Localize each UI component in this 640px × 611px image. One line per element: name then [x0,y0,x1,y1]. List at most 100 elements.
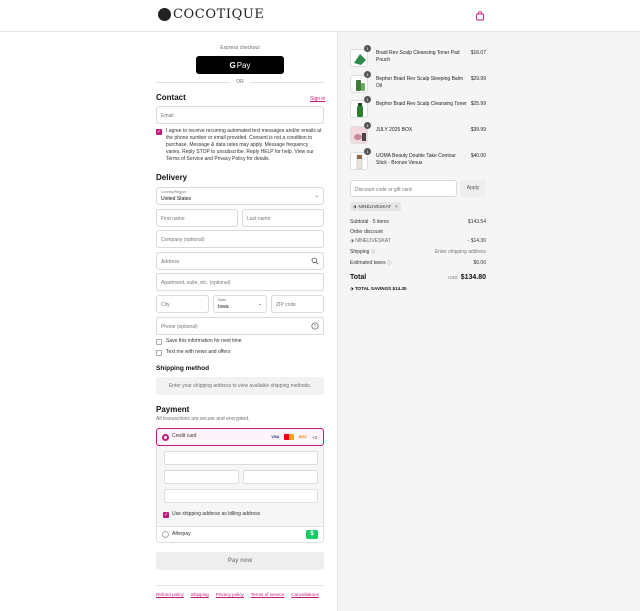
sms-consent-checkbox[interactable]: ✓ [156,129,162,135]
cart-item: 1 Bephor Braid Rev Scalp Cleansing Toner… [350,96,486,122]
order-summary: 1 Braid Rev Scalp Cleansing Toner Pad Po… [337,32,640,611]
afterpay-option[interactable]: Afterpay $ [156,526,324,543]
card-number-field[interactable] [164,451,318,465]
card-brands: VISA MC DISC +3 [270,434,317,440]
footer-divider [156,585,324,586]
taxes-value: $6.06 [473,260,486,266]
item-quantity-badge: 1 [364,71,371,78]
text-offers-checkbox[interactable] [156,350,162,356]
contact-heading: Contact [156,93,186,102]
refund-policy-link[interactable]: Refund policy [156,592,184,597]
help-circle-icon[interactable]: ⓘ [371,249,376,254]
cart-item: 1 Bephor Braid Rev Scalp Sleeping Balm O… [350,71,486,97]
country-select[interactable]: Country/Region United States ⌄ [156,187,324,205]
discover-icon: DISC [298,435,307,439]
city-field[interactable]: City [156,295,209,313]
phone-field[interactable]: Phone (optional) ? [156,317,324,335]
help-circle-icon[interactable]: ? [311,322,319,330]
or-label: OR [236,79,244,85]
payment-subtitle: All transactions are secure and encrypte… [156,416,250,422]
shopping-bag-icon[interactable] [475,11,485,21]
sign-in-link[interactable]: Sign in [310,96,325,102]
checkout-form: Express checkout G Pay OR Contact Sign i… [0,32,337,611]
cancellations-link[interactable]: Cancellations [291,592,319,597]
cart-item: 1 JULY 2025 BOX $39.99 [350,122,486,148]
address-field[interactable]: Address [156,252,324,270]
mastercard-icon: MC [283,434,294,440]
shipping-method-heading: Shipping method [156,365,210,372]
or-divider: OR [156,78,324,86]
gpay-label: Pay [236,60,251,70]
shipping-row: Shipping ⓘ Enter shipping address [350,249,486,256]
pay-now-button[interactable]: Pay now [156,552,324,570]
last-name-field[interactable]: Last name [242,209,324,227]
afterpay-label: Afterpay [172,531,191,537]
item-name: Bephor Braid Rev Scalp Sleeping Balm Oil [376,76,463,89]
save-info-label: Save this information for next time [166,338,242,344]
more-brands-count: +3 [311,434,317,440]
item-price: $29.99 [470,76,486,82]
text-offers-label: Text me with news and offers [166,349,231,355]
card-name-field[interactable] [164,489,318,503]
state-select[interactable]: State Iowa ⌄ [213,295,267,313]
apply-discount-button[interactable]: Apply [460,180,486,197]
express-checkout-label: Express checkout [220,45,260,51]
billing-same-checkbox[interactable]: ✓ [163,512,169,518]
credit-card-option[interactable]: Credit card VISA MC DISC +3 [156,428,324,446]
item-name: JULY 2025 BOX [376,127,413,133]
subtotal-row: Subtotal · 5 items $143.54 [350,219,486,226]
visa-icon: VISA [271,435,280,439]
brand-name: COCOTIQUE [173,7,265,22]
discount-value: - $14.30 [467,238,486,244]
country-value: United States [161,196,192,202]
total-row: Total USD $134.80 [350,274,486,284]
afterpay-radio[interactable] [162,531,169,538]
terms-of-service-link[interactable]: Terms of service [251,592,284,597]
city-placeholder: City [161,302,170,308]
save-info-checkbox[interactable] [156,339,162,345]
total-savings-row: ⬗ TOTAL SAVINGS $14.30 [350,286,486,293]
email-field[interactable]: Email [156,106,324,124]
footer-links: Refund policy Shipping Privacy policy Te… [156,592,319,597]
discount-code-label: NINELIVESKAT [355,238,391,244]
brand-logo[interactable]: COCOTIQUE [158,7,265,22]
top-bar: COCOTIQUE [0,0,640,32]
apartment-field[interactable]: Apartment, suite, etc. (optional) [156,273,324,291]
google-pay-button[interactable]: G Pay [196,56,284,74]
item-quantity-badge: 1 [364,122,371,129]
item-price: $16.07 [470,50,486,56]
zip-field[interactable]: ZIP code [271,295,324,313]
subtotal-value: $143.54 [467,219,486,225]
item-quantity-badge: 1 [364,148,371,155]
item-name: Bephor Braid Rev Scalp Cleansing Toner [376,101,467,107]
item-price: $39.99 [470,127,486,133]
address-placeholder: Address [161,259,180,265]
item-quantity-badge: 1 [364,96,371,103]
company-placeholder: Company (optional) [161,237,205,243]
email-placeholder: Email [161,113,174,119]
credit-card-radio[interactable] [162,434,169,441]
sms-consent-text: I agree to receive recurring automated t… [166,128,322,162]
total-savings-value: $14.30 [392,286,407,291]
privacy-policy-link[interactable]: Privacy policy [216,592,244,597]
card-cvv-field[interactable] [243,470,318,484]
state-label: State [218,298,227,302]
remove-code-icon[interactable]: × [395,204,398,209]
order-discount-row: Order discount [350,229,486,236]
afterpay-logo-icon: $ [306,530,318,539]
applied-code: NINELIVESKAT [358,204,392,209]
company-field[interactable]: Company (optional) [156,230,324,248]
help-circle-icon[interactable]: ⓘ [387,260,392,265]
state-value: Iowa [218,304,229,310]
shipping-policy-link[interactable]: Shipping [191,592,209,597]
google-g-icon: G [229,60,236,70]
tag-icon: ⬗ [350,238,354,244]
order-discount-label: Order discount [350,229,383,235]
item-name: UOMA Beauty Double Take Contour Stick - … [376,153,456,166]
discount-code-field[interactable]: Discount code or gift card [350,180,457,197]
taxes-label: Estimated taxes [350,260,386,266]
billing-same-label: Use shipping address as billing address [172,511,261,517]
card-expiry-field[interactable] [164,470,239,484]
apartment-placeholder: Apartment, suite, etc. (optional) [161,280,231,286]
first-name-field[interactable]: First name [156,209,238,227]
